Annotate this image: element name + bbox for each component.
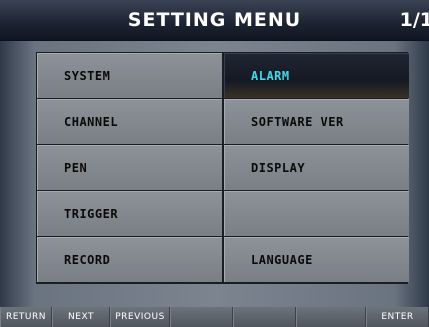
next-button[interactable]: NEXT: [52, 307, 110, 327]
page-indicator: 1/1: [399, 9, 429, 31]
setting-menu-screen: SETTING MENU 1/1 SYSTEM ALARM CHANNEL SO…: [0, 0, 429, 327]
previous-button[interactable]: PREVIOUS: [110, 307, 170, 327]
menu-item-channel[interactable]: CHANNEL: [37, 99, 222, 144]
menu-item-pen[interactable]: PEN: [37, 145, 222, 190]
menu-grid: SYSTEM ALARM CHANNEL SOFTWARE VER PEN DI…: [36, 52, 409, 284]
return-button[interactable]: RETURN: [0, 307, 52, 327]
softkey-6-button[interactable]: [296, 307, 366, 327]
enter-button[interactable]: ENTER: [366, 307, 429, 327]
menu-item-empty: [224, 191, 409, 236]
menu-item-language[interactable]: LANGUAGE: [224, 237, 409, 282]
softkey-5-button[interactable]: [233, 307, 296, 327]
softkey-bar: RETURN NEXT PREVIOUS ENTER: [0, 307, 429, 327]
menu-item-display[interactable]: DISPLAY: [224, 145, 409, 190]
softkey-4-button[interactable]: [170, 307, 233, 327]
menu-item-record[interactable]: RECORD: [37, 237, 222, 282]
page-title: SETTING MENU: [127, 9, 302, 31]
menu-item-system[interactable]: SYSTEM: [37, 53, 222, 98]
title-bar: SETTING MENU 1/1: [0, 0, 429, 41]
menu-item-software-ver[interactable]: SOFTWARE VER: [224, 99, 409, 144]
menu-item-trigger[interactable]: TRIGGER: [37, 191, 222, 236]
menu-item-alarm[interactable]: ALARM: [224, 53, 409, 98]
